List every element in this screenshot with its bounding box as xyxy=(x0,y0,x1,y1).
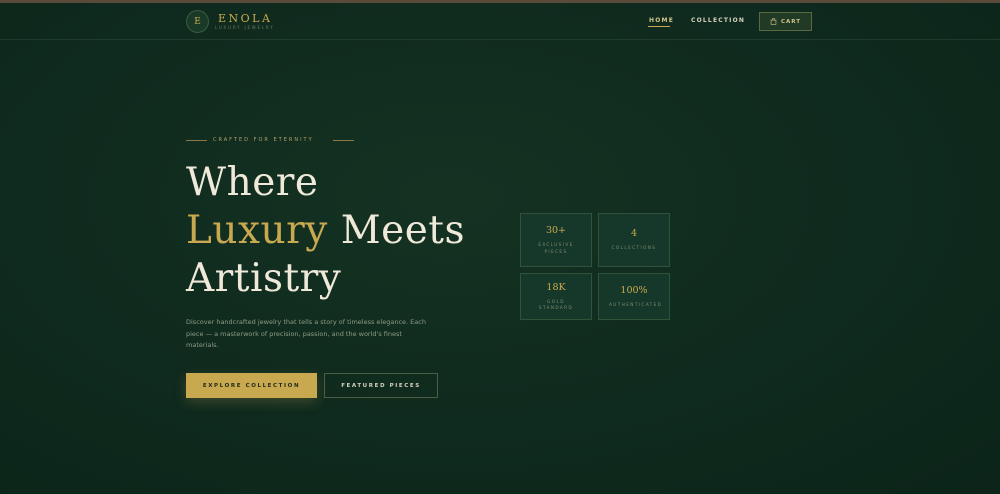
headline-accent: Luxury xyxy=(186,208,328,253)
stat-value: 100% xyxy=(620,284,648,296)
brand-name[interactable]: ENOLA xyxy=(218,12,272,25)
hero-description: Discover handcrafted jewelry that tells … xyxy=(186,318,426,349)
nav-link-home[interactable]: HOME xyxy=(649,17,674,24)
headline-line2-rest: Meets xyxy=(327,208,465,253)
hero-headline: Where Luxury Meets Artistry xyxy=(186,159,486,303)
logo-mark[interactable]: E xyxy=(186,10,209,33)
featured-pieces-button[interactable]: FEATURED PIECES xyxy=(324,373,438,398)
shopping-bag-icon xyxy=(770,18,777,25)
stat-card: 4 COLLECTIONS xyxy=(598,213,670,267)
stat-label: EXCLUSIVE PIECES xyxy=(538,242,574,254)
stat-value: 4 xyxy=(630,228,638,240)
stat-value: 18K xyxy=(546,281,566,293)
explore-collection-button[interactable]: EXPLORE COLLECTION xyxy=(186,373,317,398)
eyebrow-divider-right xyxy=(333,140,354,141)
nav-active-indicator xyxy=(648,26,670,27)
stat-card: 100% AUTHENTICATED xyxy=(598,273,670,320)
nav-link-collection[interactable]: COLLECTION xyxy=(691,17,745,24)
headline-line1: Where xyxy=(186,160,319,205)
headline-line3: Artistry xyxy=(186,256,342,301)
stat-label: AUTHENTICATED xyxy=(609,301,663,307)
stat-label: COLLECTIONS xyxy=(611,245,657,251)
brand-tagline: LUXURY JEWELRY xyxy=(215,25,275,30)
stat-value: 30+ xyxy=(545,225,567,236)
stat-card: 18K GOLD STANDARD xyxy=(520,273,592,320)
eyebrow-divider-left xyxy=(186,140,207,141)
navbar: E ENOLA LUXURY JEWELRY HOME COLLECTION C… xyxy=(0,3,1000,40)
cart-label: CART xyxy=(780,18,802,25)
stat-label: GOLD STANDARD xyxy=(538,298,574,311)
hero-eyebrow: CRAFTED FOR ETERNITY xyxy=(213,137,314,143)
stat-card: 30+ EXCLUSIVE PIECES xyxy=(520,213,592,267)
cart-button[interactable]: CART xyxy=(759,12,812,31)
